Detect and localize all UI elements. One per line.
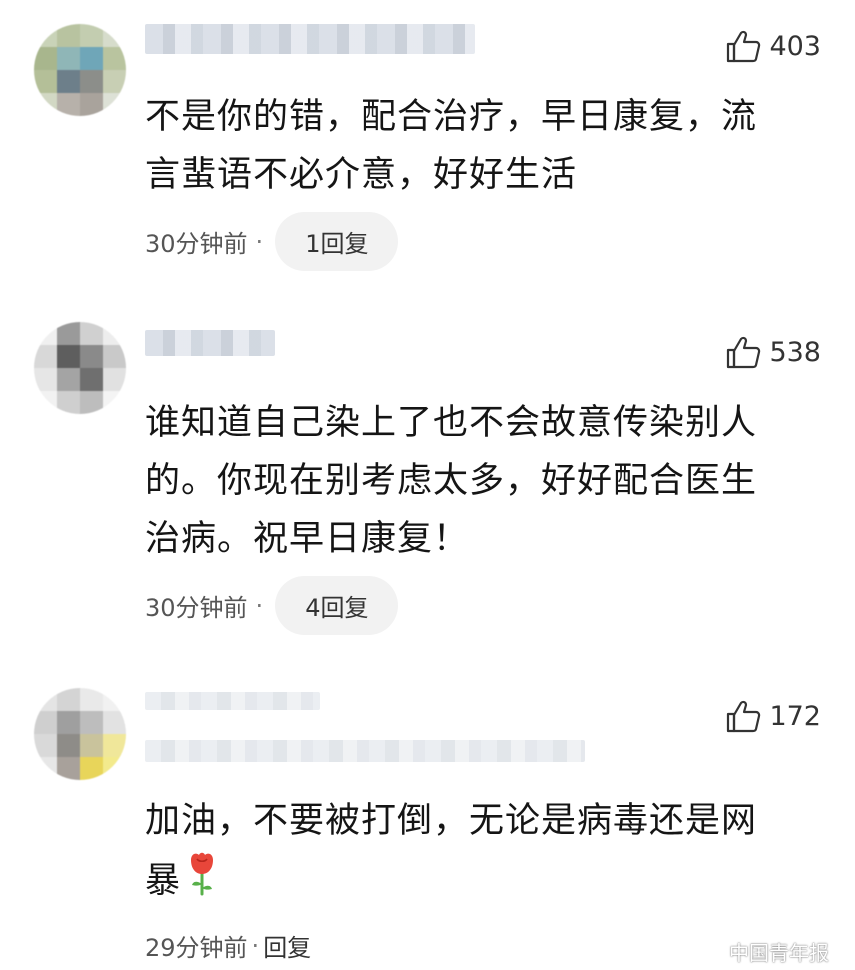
like-count: 538 — [769, 336, 821, 368]
wechat-logo-icon — [697, 941, 722, 961]
comment-meta: 30分钟前 · 1回复 — [145, 212, 399, 271]
comment-text-line: 谁知道自己染上了也不会故意传染别人 — [145, 403, 758, 443]
comment-text-line: 的。你现在别考虑太多，好好配合医生 — [145, 461, 758, 501]
thumbs-up-icon — [727, 700, 761, 733]
like-button[interactable]: 172 — [725, 698, 821, 734]
user-tag-blurred — [145, 740, 585, 762]
like-button[interactable]: 538 — [725, 334, 821, 370]
username-blurred[interactable] — [145, 24, 475, 54]
separator: · — [255, 227, 264, 256]
comment-text-line: 治病。祝早日康复！ — [145, 519, 470, 559]
separator: · — [251, 931, 260, 960]
comment-text-line: 言蜚语不必介意，好好生活 — [145, 155, 578, 195]
like-button[interactable]: 403 — [725, 28, 821, 64]
like-count: 403 — [769, 30, 821, 62]
replies-button[interactable]: 1回复 — [275, 212, 399, 271]
timestamp: 29分钟前 — [145, 934, 248, 962]
avatar[interactable] — [34, 688, 126, 780]
like-count: 172 — [769, 700, 821, 732]
thumbs-up-icon — [727, 30, 761, 63]
comment-text-line-end: 暴 — [145, 861, 182, 901]
username-blurred[interactable] — [145, 330, 275, 356]
comment-text-line: 暴 — [145, 850, 805, 914]
comment-text: 谁知道自己染上了也不会故意传染别人 的。你现在别考虑太多，好好配合医生 治病。祝… — [145, 394, 805, 568]
timestamp: 30分钟前 — [145, 594, 248, 622]
watermark-text: 中国青年报 — [729, 941, 829, 965]
timestamp: 30分钟前 — [145, 230, 248, 258]
reply-button[interactable]: 回复 — [263, 928, 311, 963]
avatar[interactable] — [34, 24, 126, 116]
separator: · — [255, 591, 264, 620]
replies-button[interactable]: 4回复 — [275, 576, 399, 635]
comment-text-line: 加油，不要被打倒，无论是病毒还是网 — [145, 801, 758, 841]
comment-text: 不是你的错，配合治疗，早日康复，流 言蜚语不必介意，好好生活 — [145, 88, 805, 204]
avatar[interactable] — [34, 322, 126, 414]
comment-meta: 29分钟前 · 回复 — [145, 928, 311, 963]
rose-icon — [185, 850, 219, 914]
username-blurred[interactable] — [145, 692, 320, 710]
watermark: 中国青年报 — [697, 937, 829, 966]
comment-text-line: 不是你的错，配合治疗，早日康复，流 — [145, 97, 758, 137]
thumbs-up-icon — [727, 336, 761, 369]
comment-text: 加油，不要被打倒，无论是病毒还是网 暴 — [145, 792, 805, 914]
comment-meta: 30分钟前 · 4回复 — [145, 576, 399, 635]
